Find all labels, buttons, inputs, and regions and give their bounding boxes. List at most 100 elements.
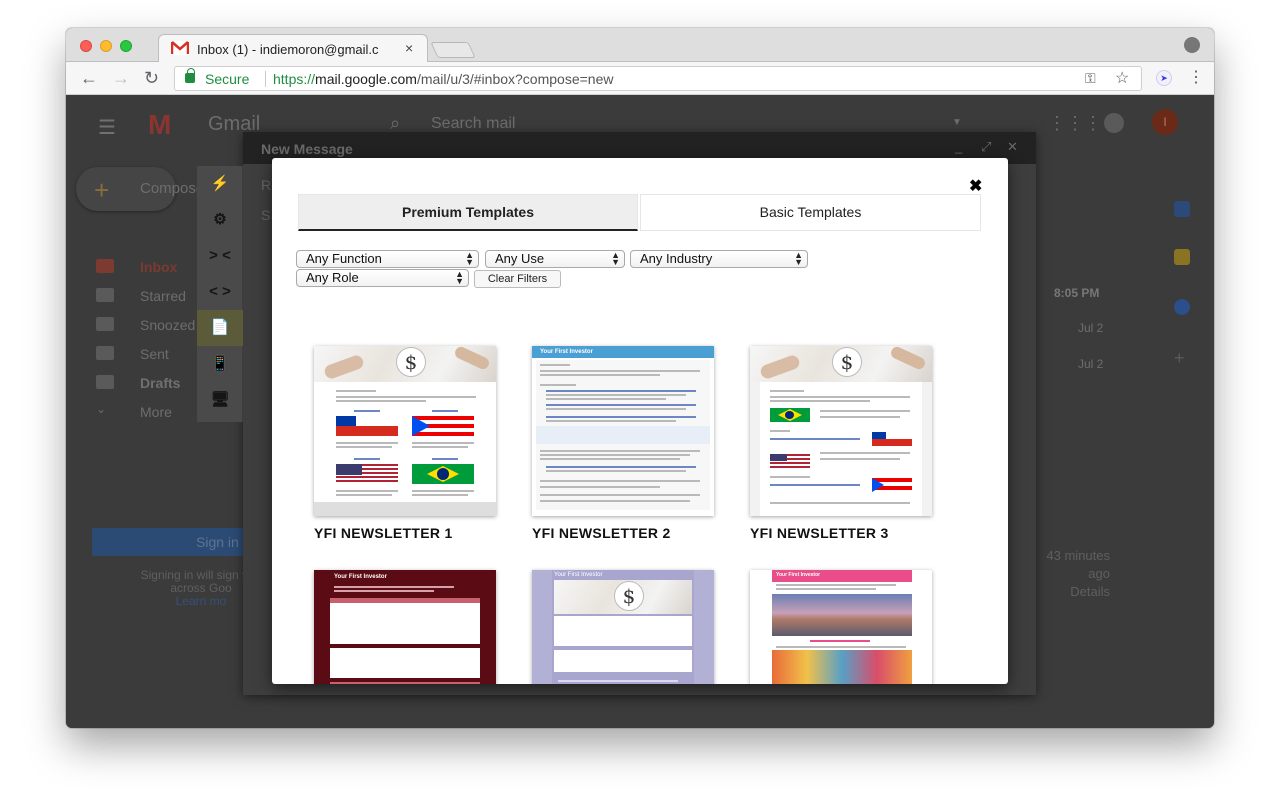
hand-image — [453, 346, 491, 372]
star-icon[interactable]: ☆ — [1115, 68, 1129, 88]
template-thumbnail[interactable]: Your First Investor — [532, 346, 714, 516]
us-flag-icon — [770, 454, 810, 468]
text-line — [820, 452, 910, 454]
puzzle-icon[interactable]: ⚙ — [197, 202, 243, 238]
tasks-icon[interactable] — [1174, 299, 1190, 315]
text-line — [776, 588, 876, 590]
search-options-icon[interactable]: ▼ — [952, 117, 962, 128]
text-line — [770, 476, 810, 478]
send-icon — [96, 346, 114, 360]
clear-filters-button[interactable]: Clear Filters — [474, 270, 561, 288]
text-line — [810, 640, 870, 642]
template-title: YFI NEWSLETTER 2 — [532, 525, 671, 541]
select-value: Any Use — [495, 251, 545, 266]
tab-basic-templates[interactable]: Basic Templates — [640, 194, 981, 231]
template-thumbnail[interactable]: Your First Investor — [314, 570, 496, 684]
template-thumbnail[interactable]: Your First Investor $ — [532, 570, 714, 684]
mobile-icon[interactable]: 📱 — [197, 346, 243, 382]
tab-title: Inbox (1) - indiemoron@gmail.c — [197, 42, 379, 57]
search-icon[interactable]: ⌕ — [390, 113, 400, 134]
template-title: YFI NEWSLETTER 3 — [750, 525, 889, 541]
zoom-window-button[interactable] — [120, 40, 132, 52]
profile-icon[interactable] — [1184, 37, 1200, 53]
details-link[interactable]: Details — [1030, 583, 1110, 601]
industry-select[interactable]: Any Industry ▲ ▼ — [630, 250, 808, 268]
use-select[interactable]: Any Use ▲ ▼ — [485, 250, 625, 268]
reload-icon[interactable]: ↻ — [144, 68, 159, 89]
collapse-icon[interactable]: > < — [197, 238, 243, 274]
add-icon[interactable]: + — [1174, 349, 1190, 367]
back-arrow-icon[interactable]: ← — [80, 68, 98, 89]
notifications-icon[interactable] — [1104, 113, 1124, 133]
close-window-button[interactable] — [80, 40, 92, 52]
text-line — [546, 398, 666, 400]
text-line — [336, 494, 392, 496]
role-select[interactable]: Any Role ▲ ▼ — [296, 269, 469, 287]
nav-label: Drafts — [140, 375, 181, 391]
template-thumbnail[interactable]: Your First Investor — [750, 570, 932, 684]
hamburger-icon[interactable]: ☰ — [98, 115, 116, 140]
kebab-menu-icon[interactable]: ⋮ — [1188, 67, 1204, 87]
text-line — [540, 454, 690, 456]
minimize-window-button[interactable] — [100, 40, 112, 52]
template-thumbnail[interactable]: $ — [750, 346, 932, 516]
close-icon[interactable]: ✕ — [1007, 139, 1018, 155]
expand-icon[interactable]: ⤢ — [981, 139, 991, 155]
browser-tab[interactable]: Inbox (1) - indiemoron@gmail.c × — [158, 34, 428, 62]
newsletter-body — [760, 382, 922, 516]
keep-icon[interactable] — [1174, 249, 1190, 265]
secure-label: Secure — [205, 71, 250, 87]
lightning-icon[interactable]: ⚡ — [197, 166, 243, 202]
text-line — [412, 494, 468, 496]
mail-time: 8:05 PM — [1054, 286, 1100, 300]
draft-icon — [96, 375, 114, 389]
brazil-flag-icon — [770, 408, 810, 422]
extension-icon[interactable]: ➤ — [1156, 70, 1172, 86]
dollar-icon: $ — [614, 581, 644, 611]
subject-field[interactable]: S — [261, 207, 270, 223]
function-select[interactable]: Any Function ▲ ▼ — [296, 250, 479, 268]
minimize-icon[interactable]: _ — [955, 139, 962, 154]
text-line — [336, 446, 392, 448]
code-icon[interactable]: < > — [197, 274, 243, 310]
avatar[interactable]: I — [1152, 109, 1178, 135]
activity-line: ago — [1088, 566, 1110, 581]
text-line — [546, 416, 696, 418]
text-line — [336, 442, 398, 444]
template-icon[interactable]: 📄 — [197, 310, 243, 346]
address-bar[interactable]: Secure https://mail.google.com/mail/u/3/… — [174, 66, 1142, 91]
calendar-icon[interactable] — [1174, 201, 1190, 217]
close-icon[interactable]: ✖ — [969, 176, 982, 196]
header-photo: $ — [554, 580, 692, 614]
star-icon — [96, 288, 114, 302]
region-block — [330, 648, 480, 678]
text-line — [540, 486, 660, 488]
text-line — [336, 400, 426, 402]
newsletter-header: Your First Investor — [772, 570, 912, 582]
desktop-icon[interactable]: 🖥 — [197, 382, 243, 418]
forward-arrow-icon[interactable]: → — [112, 68, 130, 89]
key-icon[interactable]: ⚿ — [1085, 70, 1096, 87]
compose-button[interactable]: + Compose — [76, 167, 204, 211]
text-line — [412, 446, 468, 448]
apps-grid-icon[interactable]: ⋮⋮⋮ — [1048, 113, 1102, 134]
tab-premium-templates[interactable]: Premium Templates — [298, 194, 638, 231]
search-input[interactable]: Search mail — [431, 115, 515, 133]
chile-flag-icon — [872, 432, 912, 446]
text-line — [770, 400, 870, 402]
text-line — [354, 410, 380, 412]
select-value: Any Industry — [640, 251, 713, 266]
text-line — [432, 458, 458, 460]
template-thumbnail[interactable]: $ — [314, 346, 496, 516]
recipients-field[interactable]: R — [261, 177, 271, 193]
text-line — [820, 410, 910, 412]
tab-close-icon[interactable]: × — [405, 40, 413, 56]
text-line — [334, 590, 434, 592]
text-line — [540, 364, 570, 366]
divider — [265, 71, 266, 87]
highlight-block — [536, 426, 710, 444]
header-photo: $ — [314, 346, 496, 382]
content-block — [554, 650, 692, 672]
text-line — [546, 408, 686, 410]
new-tab-button[interactable] — [430, 42, 476, 58]
